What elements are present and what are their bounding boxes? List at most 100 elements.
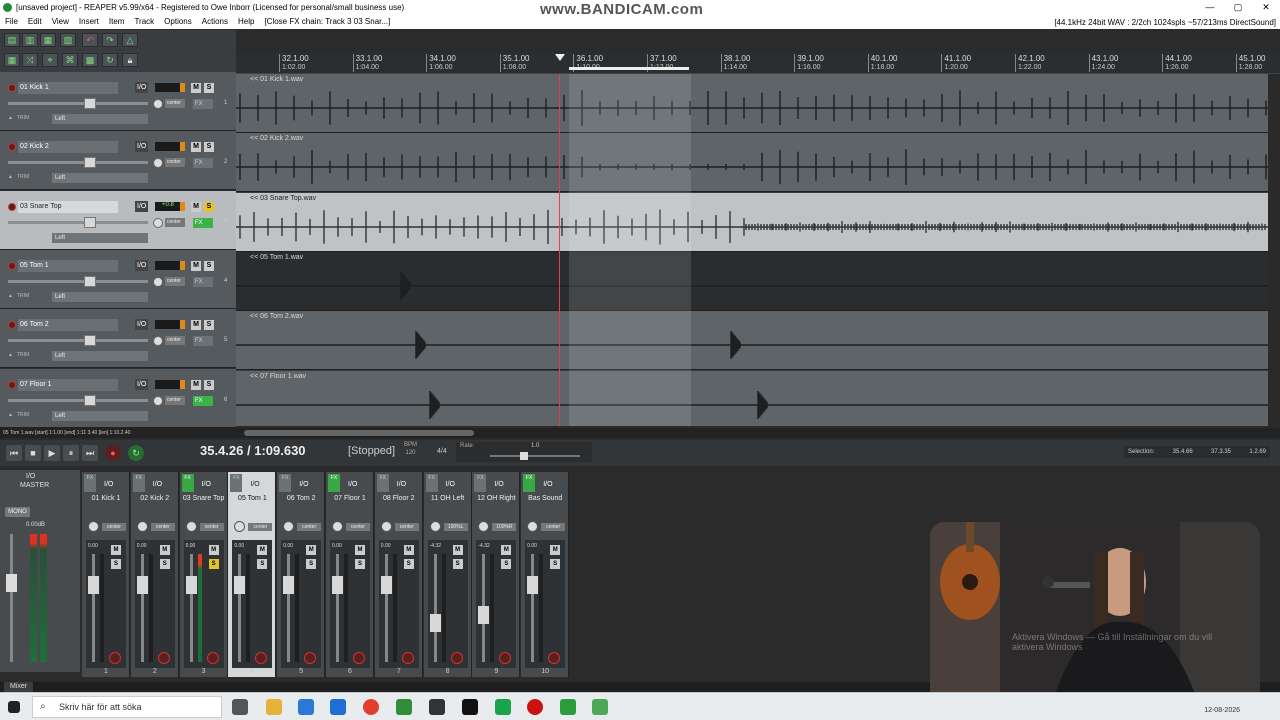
pan-mode-dropdown[interactable]: Left [52,351,148,362]
strip-fx-button[interactable]: FX [376,474,389,492]
menu-actions[interactable]: Actions [197,15,233,29]
volume-fader[interactable] [8,335,148,347]
play-icon[interactable]: ▶ [44,445,60,461]
lock-icon[interactable]: 🔒︎ [122,53,138,67]
strip-fx-button[interactable]: FX [181,474,194,492]
strip-track-name[interactable]: 08 Floor 2 [375,495,423,502]
solo-button[interactable]: S [204,320,214,331]
strip-mute-button[interactable]: M [159,545,170,555]
project-settings-icon[interactable]: ▧ [60,33,76,47]
track-header[interactable]: 07 Floor 1 I/O MScenter FX TRIM Left 6 [0,368,236,428]
pan-mode-dropdown[interactable]: Left [52,232,148,243]
mute-button[interactable]: M [191,201,201,212]
strip-fader[interactable] [234,554,246,662]
fader-handle[interactable] [84,394,96,406]
menu-close-fx-chain[interactable]: [Close FX chain: Track 3 03 Snar...] [259,15,395,29]
time-signature[interactable]: 4/4 [437,448,447,455]
strip-record-arm-icon[interactable] [304,652,317,664]
rate-slider[interactable] [490,452,580,460]
strip-track-name[interactable]: 01 Kick 1 [82,495,130,502]
io-button[interactable]: I/O [135,82,149,93]
strip-solo-button[interactable]: S [355,559,365,569]
repeat-icon[interactable]: ↻ [128,445,144,461]
solo-button[interactable]: S [204,201,214,212]
selection-start[interactable]: 35.4.66 [1173,449,1193,455]
track-header[interactable]: 05 Tom 1 I/O MScenter FX TRIM Left 4 [0,249,236,309]
fader-handle[interactable] [84,98,96,109]
strip-solo-button[interactable]: S [452,559,463,569]
grouping-icon[interactable]: ⌘ [62,53,78,67]
strip-fader-handle[interactable] [527,576,539,594]
strip-fader[interactable] [380,554,392,662]
trim-envelope-button[interactable]: TRIM [8,412,29,418]
grammarly-icon[interactable] [495,699,511,715]
strip-pan-knob[interactable] [283,521,295,532]
io-button[interactable]: I/O [135,319,149,331]
loop-icon[interactable]: ↻ [102,53,118,67]
fx-button[interactable]: FX [193,99,213,109]
mute-button[interactable]: M [191,379,201,390]
record-arm-icon[interactable] [8,261,16,270]
io-button[interactable]: I/O [135,141,149,153]
strip-fx-button[interactable]: FX [328,474,340,492]
strip-fx-button[interactable]: FX [84,474,96,492]
strip-record-arm-icon[interactable] [353,652,365,664]
new-project-icon[interactable]: ▤ [4,33,20,47]
go-to-end-icon[interactable]: ⏭ [82,445,98,461]
strip-mute-button[interactable]: M [550,545,561,555]
strip-io-button[interactable]: I/O [153,481,162,488]
trim-envelope-button[interactable]: TRIM [8,352,29,358]
strip-record-arm-icon[interactable] [157,652,170,664]
strip-pan-knob[interactable] [234,521,246,532]
menu-track[interactable]: Track [129,15,159,29]
pan-knob[interactable] [153,99,163,109]
strip-fx-button[interactable]: FX [279,474,292,492]
mixer-channel-strip[interactable]: FX I/O Bas Sound center 0.00 M S 10 [521,472,570,677]
selection-length[interactable]: 1.2.69 [1249,449,1266,455]
track-lane[interactable]: << 06 Tom 2.wav [236,311,1268,371]
solo-button[interactable]: S [204,260,214,271]
fader-handle[interactable] [84,275,96,287]
fader-handle[interactable] [84,335,96,347]
sync-app-icon[interactable] [560,699,576,715]
strip-fader-handle[interactable] [380,576,392,594]
track-header[interactable]: 03 Snare Top I/O +0.8 MScenter FX TRIM Left 3 [0,190,236,250]
strip-io-button[interactable]: I/O [543,481,552,488]
mute-button[interactable]: M [191,83,201,93]
playhead-marker-icon[interactable] [555,54,565,61]
track-name[interactable]: 02 Kick 2 [18,141,118,154]
strip-solo-button[interactable]: S [257,559,268,569]
strip-solo-button[interactable]: S [111,559,121,569]
strip-io-button[interactable]: I/O [299,481,308,488]
strip-track-name[interactable]: Bas Sound [521,495,569,502]
trim-envelope-button[interactable]: TRIM [8,115,29,121]
mixer-channel-strip[interactable]: FX I/O 08 Floor 2 center 0.00 M S 7 [374,472,423,677]
track-name[interactable]: 05 Tom 1 [18,259,118,272]
strip-pan-knob[interactable] [136,521,148,532]
pause-icon[interactable]: ⏸ [63,445,79,461]
strip-fader-handle[interactable] [136,576,148,594]
strip-fx-button[interactable]: FX [474,474,487,492]
media-item[interactable]: << 02 Kick 2.wav [236,133,1268,192]
io-button[interactable]: I/O [135,200,149,212]
trim-envelope-button[interactable]: TRIM [8,234,29,240]
strip-fader-handle[interactable] [234,576,246,594]
strip-pan-knob[interactable] [429,521,441,532]
media-item[interactable]: << 07 Floor 1.wav [236,370,1268,426]
strip-io-button[interactable]: I/O [202,481,211,488]
menu-item[interactable]: Item [104,15,130,29]
io-button[interactable]: I/O [135,259,149,271]
file-explorer-icon[interactable] [266,699,282,715]
track-name[interactable]: 01 Kick 1 [18,82,118,94]
strip-fx-button[interactable]: FX [425,474,438,492]
trim-envelope-button[interactable]: TRIM [8,174,29,180]
strip-mute-button[interactable]: M [501,545,512,555]
redo-icon[interactable]: ↷ [102,33,118,47]
mixer-channel-strip[interactable]: FX I/O 11 OH Left 100%L -4.32 M S 8 [423,472,472,677]
arrange-view[interactable]: << 01 Kick 1.wav << 02 Kick 2.wav << 03 Sn… [236,74,1268,426]
fader-handle[interactable] [84,216,96,228]
strip-record-arm-icon[interactable] [401,652,414,664]
mixer-channel-strip[interactable]: FX I/O 05 Tom 1 center 0.00 M S 4 [228,472,277,677]
playrate-control[interactable]: Rate: 1.0 [456,442,592,462]
mixer-tab[interactable]: Mixer [4,682,34,692]
